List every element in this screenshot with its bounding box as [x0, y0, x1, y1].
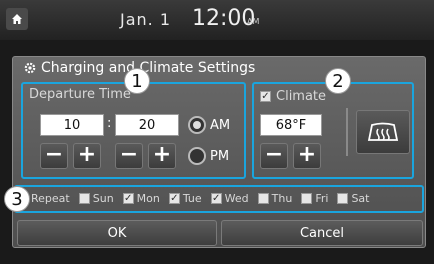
- minute-field[interactable]: 20: [115, 114, 179, 136]
- radio-selected-icon: [188, 116, 206, 134]
- day-fri[interactable]: Fri: [301, 192, 328, 205]
- day-tue[interactable]: ✓ Tue: [168, 192, 202, 205]
- home-button[interactable]: [6, 8, 28, 30]
- day-sat[interactable]: Sat: [337, 192, 369, 205]
- ok-button[interactable]: OK: [17, 220, 217, 246]
- day-label: Wed: [224, 192, 249, 205]
- temp-increase-button[interactable]: +: [293, 143, 321, 169]
- day-label: Sat: [351, 192, 370, 205]
- repeat-panel: Repeat Sun ✓ Mon ✓ Tue ✓ Wed Thu Fri Sat: [14, 185, 424, 213]
- rear-defrost-button[interactable]: [356, 110, 410, 154]
- cancel-button[interactable]: Cancel: [221, 220, 423, 246]
- departure-time-label: Departure Time: [29, 87, 131, 102]
- minute-decrease-button[interactable]: −: [115, 143, 143, 169]
- hour-decrease-button[interactable]: −: [40, 143, 68, 169]
- day-mon[interactable]: ✓ Mon: [122, 192, 160, 205]
- day-label: Fri: [315, 192, 329, 205]
- checkbox-unchecked-icon: [78, 193, 90, 204]
- climate-panel: ✓ Climate 68°F − +: [252, 82, 414, 179]
- day-wed[interactable]: ✓ Wed: [210, 192, 249, 205]
- day-thu[interactable]: Thu: [257, 192, 293, 205]
- checkbox-unchecked-icon: [337, 193, 349, 204]
- day-label: Sun: [92, 192, 114, 205]
- am-label: AM: [210, 117, 231, 133]
- climate-toggle[interactable]: ✓ Climate: [260, 89, 326, 104]
- checkbox-checked-icon: ✓: [260, 90, 271, 102]
- callout-marker: 1: [124, 68, 150, 94]
- home-icon: [12, 14, 22, 24]
- departure-time-panel: Departure Time 10 : 20 − + − + AM PM: [21, 82, 246, 179]
- climate-label: Climate: [276, 89, 327, 104]
- temperature-field[interactable]: 68°F: [260, 114, 322, 136]
- charging-climate-dialog: Charging and Climate Settings Departure …: [12, 56, 426, 248]
- day-label: Mon: [136, 192, 160, 205]
- status-bar: Jan. 1 12:00 AM: [0, 0, 434, 40]
- day-label: Thu: [271, 192, 293, 205]
- date-display: Jan. 1: [120, 10, 172, 29]
- minute-increase-button[interactable]: +: [148, 143, 176, 169]
- checkbox-checked-icon: ✓: [122, 192, 134, 204]
- pm-radio[interactable]: PM: [188, 147, 229, 165]
- day-sun[interactable]: Sun: [78, 192, 114, 205]
- time-separator: :: [107, 116, 112, 131]
- rear-defrost-icon: [367, 122, 399, 141]
- checkbox-checked-icon: ✓: [168, 192, 180, 204]
- repeat-row: Repeat Sun ✓ Mon ✓ Tue ✓ Wed Thu Fri Sat: [19, 192, 369, 205]
- checkbox-checked-icon: ✓: [210, 192, 222, 204]
- checkbox-unchecked-icon: [257, 193, 269, 204]
- temp-decrease-button[interactable]: −: [260, 143, 288, 169]
- time-display: 12:00: [192, 6, 256, 31]
- hour-increase-button[interactable]: +: [73, 143, 101, 169]
- day-label: Tue: [182, 192, 202, 205]
- radio-unselected-icon: [188, 147, 206, 165]
- callout-marker: 2: [325, 68, 351, 94]
- divider: [346, 108, 348, 156]
- hour-field[interactable]: 10: [40, 114, 104, 136]
- checkbox-unchecked-icon: [301, 193, 313, 204]
- gear-icon: [24, 62, 36, 74]
- am-radio[interactable]: AM: [188, 116, 230, 134]
- screen: Jan. 1 12:00 AM Charging and Climate Set…: [0, 0, 434, 264]
- callout-marker: 3: [4, 186, 30, 212]
- time-period: AM: [247, 17, 260, 26]
- pm-label: PM: [210, 148, 230, 164]
